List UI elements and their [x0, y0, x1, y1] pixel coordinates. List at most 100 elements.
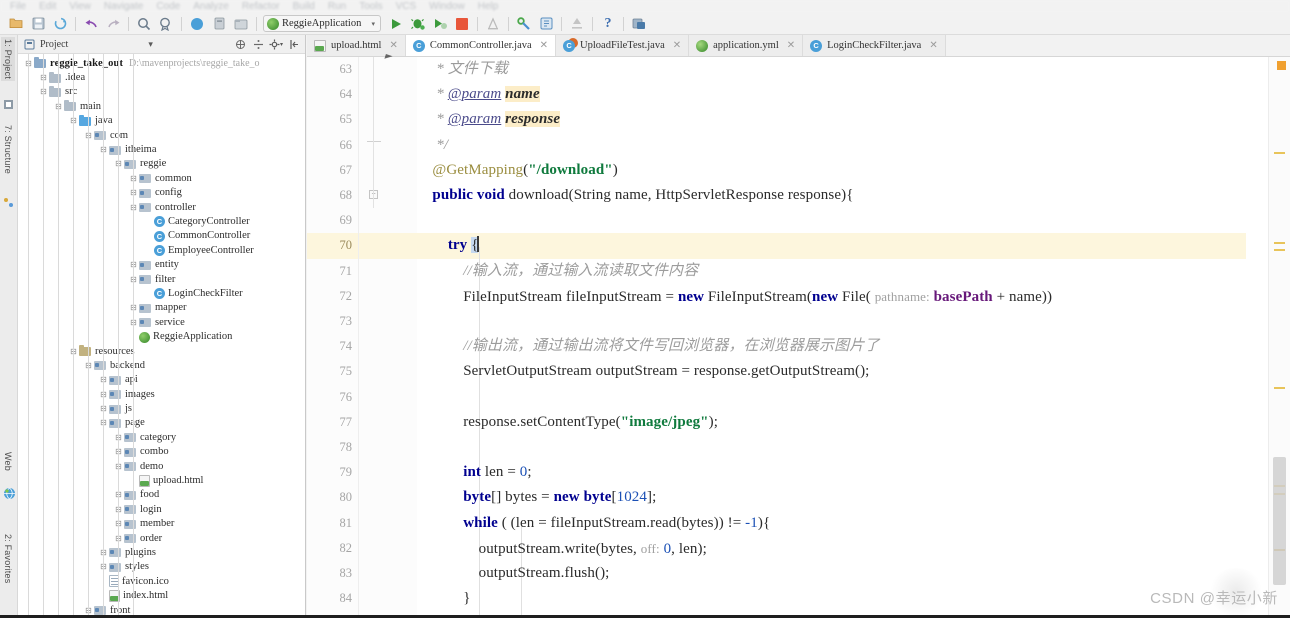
menu-item-view[interactable]: View	[63, 0, 98, 13]
menu-item-code[interactable]: Code	[150, 0, 187, 13]
scroll-from-source-icon[interactable]	[233, 37, 247, 51]
run-configuration-selector[interactable]: ReggieApplication ▾	[263, 15, 381, 32]
code-line[interactable]: public void download(String name, HttpSe…	[417, 183, 854, 208]
tree-node-demo[interactable]: ⊟demo	[18, 459, 305, 473]
editor-code-folding-strip[interactable]: −	[359, 57, 417, 618]
inspection-status-indicator[interactable]	[1277, 61, 1286, 70]
editor-tab-commoncontroller-java[interactable]: C CommonController.java ✕	[405, 35, 557, 56]
javadoc-fold-marker[interactable]	[367, 140, 381, 142]
menu-item-vcs[interactable]: VCS	[390, 0, 424, 13]
undo-icon[interactable]	[80, 14, 102, 34]
database-icon[interactable]	[535, 14, 557, 34]
tree-node-resources[interactable]: ⊟resources	[18, 344, 305, 358]
build-project-icon[interactable]	[230, 14, 252, 34]
editor-scrollbar-thumb[interactable]	[1273, 457, 1286, 585]
menu-item-window[interactable]: Window	[423, 0, 472, 13]
code-line[interactable]: byte[] bytes = new byte[1024];	[417, 485, 656, 510]
tree-node-food[interactable]: ⊞food	[18, 488, 305, 502]
code-line[interactable]: response.setContentType("image/jpeg");	[417, 410, 718, 435]
editor-tab-uploadfiletest-java[interactable]: C UploadFileTest.java ✕	[556, 35, 690, 56]
tree-node-java[interactable]: ⊟java	[18, 114, 305, 128]
code-line[interactable]: ServletOutputStream outputStream = respo…	[417, 359, 869, 384]
tree-node-upload-html[interactable]: upload.html	[18, 473, 305, 487]
tree-node-filter[interactable]: ⊟filter	[18, 272, 305, 286]
project-view-chevron-down-icon[interactable]: ▾	[144, 37, 158, 51]
tree-node--idea[interactable]: ⊞.idea	[18, 70, 305, 84]
redo-icon[interactable]	[102, 14, 124, 34]
editor-body[interactable]: 63 64 65 66 67 68 69 70 71 72 73 74 75 76 77 78 79 80 81 82…	[307, 57, 1290, 618]
editor-code-content[interactable]: * 文件下载 * @param name * @param response *…	[417, 57, 1268, 618]
open-folder-icon[interactable]	[5, 14, 27, 34]
code-line[interactable]: }	[417, 586, 471, 611]
code-line[interactable]: * @param response	[417, 107, 561, 132]
build-module-icon[interactable]	[208, 14, 230, 34]
settings-wrench-icon[interactable]	[513, 14, 535, 34]
compile-icon[interactable]	[186, 14, 208, 34]
sidebar-item-project[interactable]: 1: Project	[1, 37, 15, 82]
update-project-icon[interactable]	[628, 14, 650, 34]
tree-node-commoncontroller[interactable]: C CommonController	[18, 229, 305, 243]
profile-icon[interactable]	[482, 14, 504, 34]
deploy-icon[interactable]	[566, 14, 588, 34]
hide-panel-icon[interactable]	[287, 37, 301, 51]
warning-marker[interactable]	[1274, 249, 1285, 251]
close-icon[interactable]: ✕	[540, 40, 548, 51]
sidebar-item-favorites[interactable]: 2: Favorites	[1, 532, 15, 585]
chevron-down-icon[interactable]: ▾	[371, 20, 377, 28]
menu-item-analyze[interactable]: Analyze	[187, 0, 236, 13]
tree-node-styles[interactable]: ⊞styles	[18, 560, 305, 574]
tree-node-reggie[interactable]: ⊟reggie	[18, 157, 305, 171]
tree-node-favicon-ico[interactable]: favicon.ico	[18, 574, 305, 588]
editor-marker-scrollbar[interactable]	[1268, 57, 1290, 618]
menu-item-build[interactable]: Build	[287, 0, 322, 13]
code-line[interactable]: outputStream.flush();	[417, 561, 610, 586]
tree-node-plugins[interactable]: ⊞plugins	[18, 545, 305, 559]
settings-gear-icon[interactable]: ▾	[269, 37, 283, 51]
stop-icon[interactable]	[451, 14, 473, 34]
close-icon[interactable]: ✕	[389, 40, 397, 51]
code-line[interactable]: outputStream.write(bytes, off: 0, len);	[417, 536, 707, 561]
warning-marker[interactable]	[1274, 152, 1285, 154]
tree-node-com[interactable]: ⊟com	[18, 128, 305, 142]
tree-node-reggieapplication[interactable]: ReggieApplication	[18, 329, 305, 343]
save-all-icon[interactable]	[27, 14, 49, 34]
tree-node-main[interactable]: ⊟main	[18, 99, 305, 113]
code-line[interactable]: * 文件下载	[417, 57, 508, 82]
tree-node-member[interactable]: ⊞member	[18, 517, 305, 531]
menu-item-help[interactable]: Help	[472, 0, 506, 13]
close-icon[interactable]: ✕	[929, 40, 937, 51]
code-line[interactable]: @GetMapping("/download")	[417, 158, 618, 183]
sidebar-item-structure[interactable]: 7: Structure	[1, 123, 15, 176]
tree-node-js[interactable]: ⊞js	[18, 401, 305, 415]
sync-icon[interactable]	[49, 14, 71, 34]
tree-node-common[interactable]: ⊞common	[18, 171, 305, 185]
tree-node-order[interactable]: ⊞order	[18, 531, 305, 545]
debug-icon[interactable]	[407, 14, 429, 34]
close-icon[interactable]: ✕	[673, 40, 681, 51]
code-line[interactable]: FileInputStream fileInputStream = new Fi…	[417, 284, 1052, 309]
code-line[interactable]: //输入流，通过输入流读取文件内容	[417, 259, 698, 284]
tree-node-index-html[interactable]: index.html	[18, 588, 305, 602]
menu-item-edit[interactable]: Edit	[33, 0, 63, 13]
tree-node-combo[interactable]: ⊞combo	[18, 445, 305, 459]
menu-item-navigate[interactable]: Navigate	[98, 0, 150, 13]
sidebar-item-web[interactable]: Web	[1, 450, 15, 473]
tree-node-backend[interactable]: ⊟backend	[18, 358, 305, 372]
tree-node-page[interactable]: ⊟page	[18, 416, 305, 430]
tree-node-categorycontroller[interactable]: C CategoryController	[18, 214, 305, 228]
code-line[interactable]: try {	[417, 233, 479, 258]
tree-node-images[interactable]: ⊞images	[18, 387, 305, 401]
tree-node-category[interactable]: ⊞category	[18, 430, 305, 444]
code-line[interactable]: int len = 0;	[417, 460, 532, 485]
menu-item-file[interactable]: File	[4, 0, 33, 13]
help-icon[interactable]: ?	[597, 14, 619, 34]
tree-node-mapper[interactable]: ⊞mapper	[18, 301, 305, 315]
tree-node-config[interactable]: ⊞config	[18, 186, 305, 200]
code-line[interactable]: while ( (len = fileInputStream.read(byte…	[417, 511, 770, 536]
tree-node-login[interactable]: ⊞login	[18, 502, 305, 516]
tree-node-service[interactable]: ⊞service	[18, 315, 305, 329]
close-icon[interactable]: ✕	[787, 40, 795, 51]
tree-node-api[interactable]: ⊞api	[18, 373, 305, 387]
editor-tab-application-yml[interactable]: application.yml ✕	[689, 35, 804, 56]
search-structurally-icon[interactable]	[155, 14, 177, 34]
